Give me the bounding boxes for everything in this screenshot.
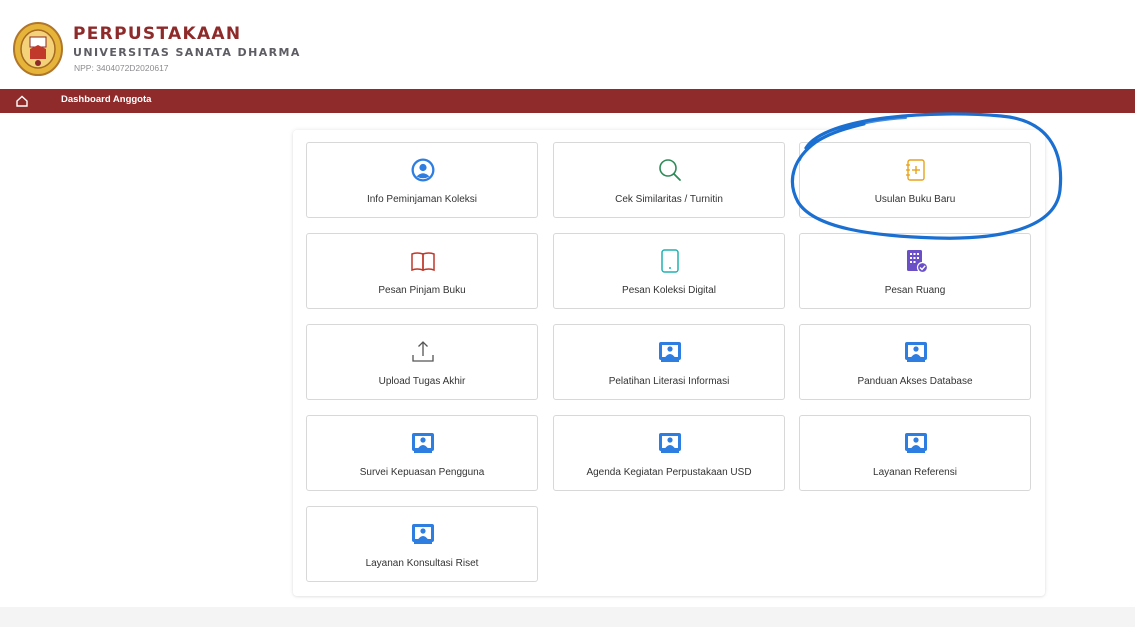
presentation-user-icon [905,342,927,362]
tablet-icon [661,249,679,273]
presentation-user-icon [412,524,434,544]
presentation-user-icon [659,342,681,362]
presentation-user-icon [659,433,681,453]
menu-card-agenda-kegiatan[interactable]: Agenda Kegiatan Perpustakaan USD [553,415,785,491]
search-icon [659,159,681,181]
notebook-plus-icon [906,159,925,181]
menu-card-label: Layanan Referensi [873,467,957,478]
menu-card-label: Panduan Akses Database [857,376,973,387]
menu-card-pesan-ruang[interactable]: Pesan Ruang [799,233,1031,309]
menu-card-label: Cek Similaritas / Turnitin [615,194,723,205]
menu-card-label: Pelatihan Literasi Informasi [608,376,730,387]
menu-card-pelatihan-literasi[interactable]: Pelatihan Literasi Informasi [553,324,785,400]
menu-card-usulan-buku[interactable]: Usulan Buku Baru [799,142,1031,218]
menu-card-info-peminjaman[interactable]: Info Peminjaman Koleksi [306,142,538,218]
presentation-user-icon [412,433,434,453]
menu-card-layanan-konsultasi-riset[interactable]: Layanan Konsultasi Riset [306,506,538,582]
menu-card-layanan-referensi[interactable]: Layanan Referensi [799,415,1031,491]
menu-card-pesan-koleksi-digital[interactable]: Pesan Koleksi Digital [553,233,785,309]
menu-card-pesan-pinjam-buku[interactable]: Pesan Pinjam Buku [306,233,538,309]
header-logo[interactable]: PERPUSTAKAAN UNIVERSITAS SANATA DHARMA N… [8,15,322,83]
npp-number: NPP: 3404072D2020617 [74,63,169,73]
menu-card-survei-kepuasan[interactable]: Survei Kepuasan Pengguna [306,415,538,491]
building-check-icon [907,250,929,274]
menu-card-label: Pesan Ruang [884,285,946,296]
top-cropped-text [0,0,1135,10]
menu-card-label: Upload Tugas Akhir [378,376,466,387]
upload-icon [412,341,434,362]
presentation-user-icon [905,433,927,453]
menu-card-label: Layanan Konsultasi Riset [365,558,479,569]
menu-card-cek-similaritas[interactable]: Cek Similaritas / Turnitin [553,142,785,218]
brand-subtitle: UNIVERSITAS SANATA DHARMA [73,46,301,59]
top-navbar: Dashboard Anggota [0,89,1135,113]
page-bottom-edge [0,607,1135,627]
nav-dashboard-anggota[interactable]: Dashboard Anggota [61,94,151,105]
menu-card-panduan-akses-database[interactable]: Panduan Akses Database [799,324,1031,400]
university-seal-icon [13,22,63,76]
menu-card-label: Usulan Buku Baru [874,194,956,205]
user-circle-icon [411,158,435,182]
menu-card-label: Agenda Kegiatan Perpustakaan USD [586,467,752,478]
menu-card-upload-tugas-akhir[interactable]: Upload Tugas Akhir [306,324,538,400]
menu-card-label: Pesan Pinjam Buku [378,285,466,296]
menu-card-label: Survei Kepuasan Pengguna [359,467,485,478]
menu-card-label: Pesan Koleksi Digital [622,285,716,296]
menu-panel: Info Peminjaman Koleksi Cek Similaritas … [293,130,1045,596]
open-book-icon [411,252,435,272]
menu-card-label: Info Peminjaman Koleksi [366,194,478,205]
home-icon[interactable] [15,94,29,108]
brand-title: PERPUSTAKAAN [73,24,242,44]
